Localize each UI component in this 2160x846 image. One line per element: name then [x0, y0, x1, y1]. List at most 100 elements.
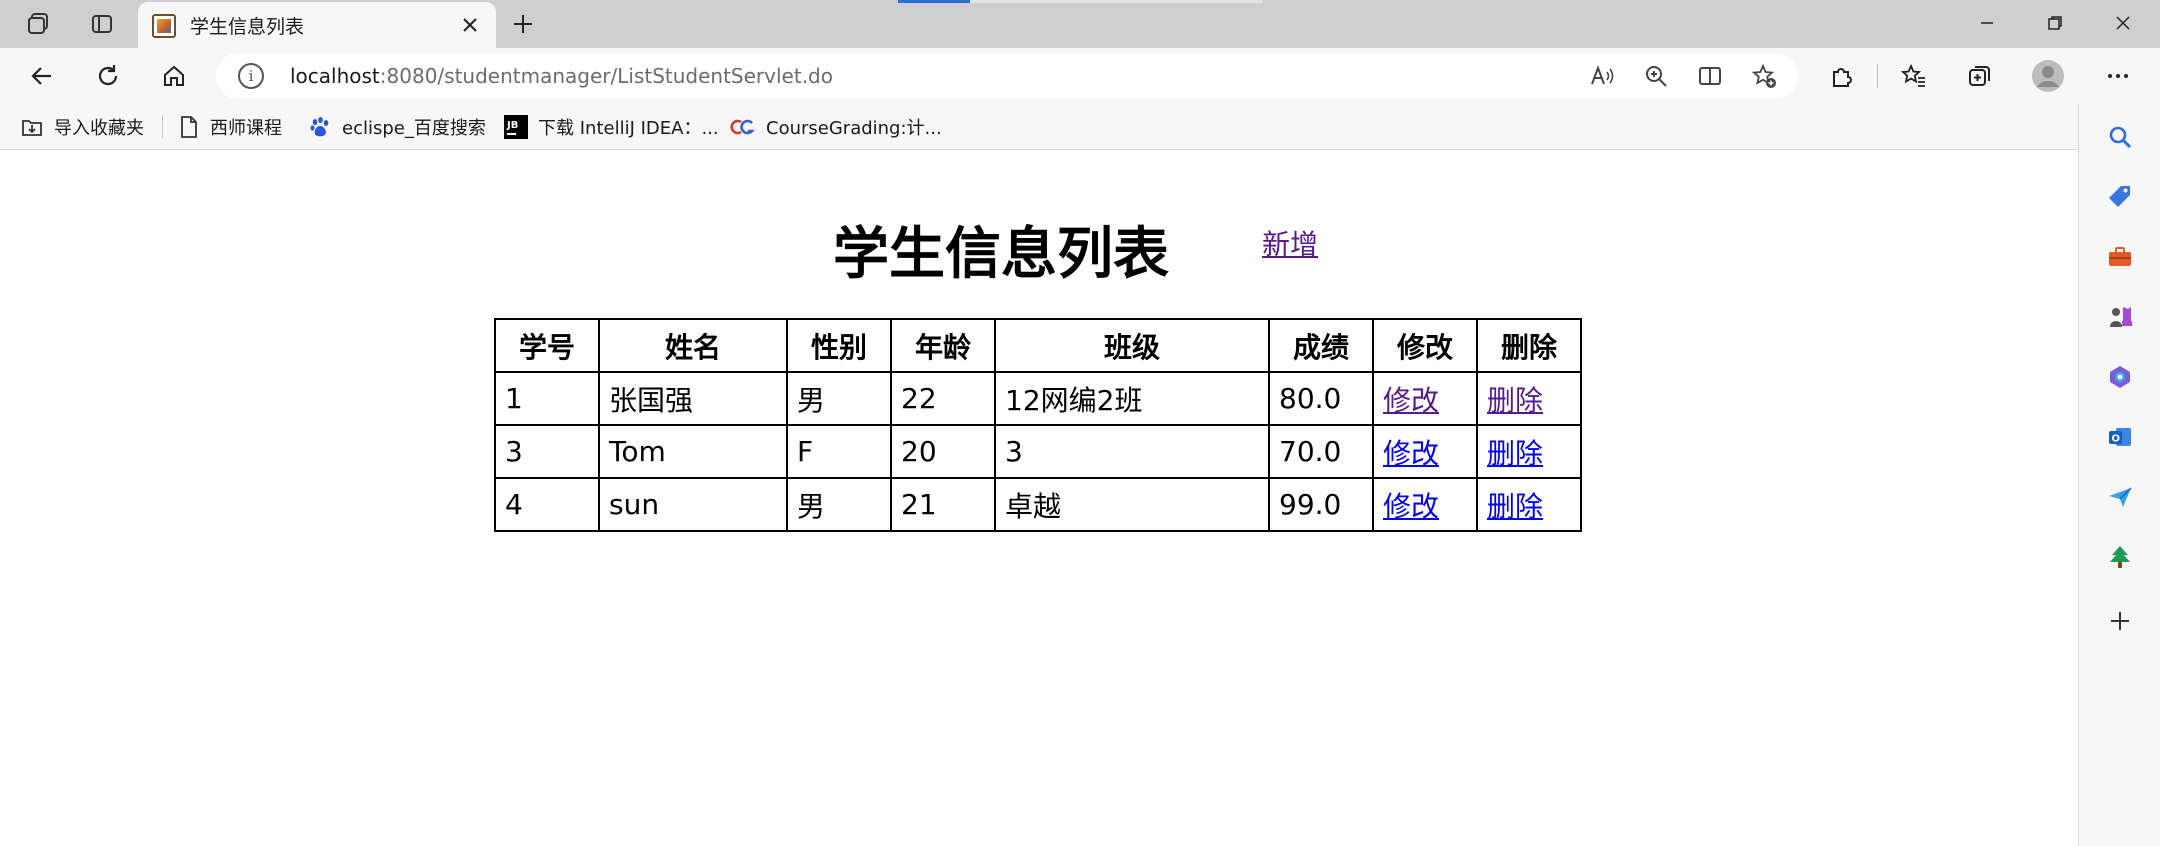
search-icon[interactable] [2100, 117, 2140, 157]
header-name: 姓名 [598, 318, 788, 373]
jetbrains-icon: JB [504, 115, 528, 139]
outlook-icon[interactable]: O [2100, 417, 2140, 457]
favorite-intellij-download[interactable]: JB 下载 IntelliJ IDEA：... [504, 111, 719, 143]
favorite-coursegrading[interactable]: CourseGrading:计... [730, 111, 942, 143]
cell-name: 张国强 [598, 371, 788, 426]
cell-score: 80.0 [1268, 371, 1374, 426]
minimize-icon[interactable] [1954, 0, 2020, 46]
browser-window: 学生信息列表 i localhost:8080/studentmanager/L… [0, 0, 2160, 846]
document-icon [181, 116, 197, 138]
cell-name: sun [598, 477, 788, 532]
favorite-import[interactable]: 导入收藏夹 [20, 111, 144, 143]
coursegrading-icon [730, 119, 755, 135]
back-icon[interactable] [22, 56, 62, 96]
svg-text:JB: JB [506, 120, 518, 131]
table-header-row: 学号 姓名 性别 年龄 班级 成绩 修改 删除 [494, 318, 1582, 373]
profile-avatar[interactable] [2028, 56, 2068, 96]
workspaces-icon[interactable] [18, 6, 58, 42]
edit-link[interactable]: 修改 [1383, 437, 1439, 470]
header-class: 班级 [994, 318, 1270, 373]
cell-score: 70.0 [1268, 424, 1374, 479]
favorite-label: 下载 IntelliJ IDEA：... [538, 118, 719, 139]
edit-link[interactable]: 修改 [1383, 490, 1439, 523]
cell-class: 卓越 [994, 477, 1270, 532]
tab-actions-icon[interactable] [82, 6, 122, 42]
header-edit: 修改 [1372, 318, 1478, 373]
cell-gender: F [786, 424, 892, 479]
header-gender: 性别 [786, 318, 892, 373]
loading-progress-bar [898, 0, 1262, 3]
cell-delete: 删除 [1476, 477, 1582, 532]
header-delete: 删除 [1476, 318, 1582, 373]
url-path: :8080/studentmanager/ListStudentServlet.… [379, 64, 833, 88]
table-row: 3 Tom F 20 3 70.0 修改 删除 [494, 424, 1582, 479]
cell-gender: 男 [786, 371, 892, 426]
add-favorite-icon[interactable] [1748, 60, 1780, 92]
url-host: localhost [290, 64, 380, 88]
favorite-eclipse-baidu[interactable]: eclispe_百度搜索 [308, 111, 486, 143]
header-age: 年龄 [890, 318, 996, 373]
more-menu-icon[interactable] [2098, 56, 2138, 96]
favorite-xishi-course[interactable]: 西师课程 [178, 111, 282, 143]
url-text[interactable]: localhost:8080/studentmanager/ListStuden… [290, 64, 833, 88]
header-id: 学号 [494, 318, 600, 373]
delete-link[interactable]: 删除 [1487, 437, 1543, 470]
home-icon[interactable] [154, 56, 194, 96]
refresh-icon[interactable] [88, 56, 128, 96]
cell-gender: 男 [786, 477, 892, 532]
student-table: 学号 姓名 性别 年龄 班级 成绩 修改 删除 1 张国强 男 22 12网编2… [494, 318, 1582, 532]
tab-strip: 学生信息列表 [0, 0, 2160, 48]
svg-text:O: O [2112, 434, 2121, 445]
cell-edit: 修改 [1372, 371, 1478, 426]
split-screen-icon[interactable] [1694, 60, 1726, 92]
cell-class: 3 [994, 424, 1270, 479]
address-bar[interactable]: i localhost:8080/studentmanager/ListStud… [216, 53, 1798, 99]
extensions-icon[interactable] [1822, 56, 1862, 96]
zoom-icon[interactable] [1640, 60, 1672, 92]
header-score: 成绩 [1268, 318, 1374, 373]
favorite-label: CourseGrading:计... [766, 118, 942, 139]
favorites-separator [162, 116, 163, 138]
table-row: 1 张国强 男 22 12网编2班 80.0 修改 删除 [494, 371, 1582, 426]
cell-edit: 修改 [1372, 477, 1478, 532]
tree-icon[interactable] [2100, 537, 2140, 577]
favorite-label: 西师课程 [210, 118, 282, 139]
collections-icon[interactable] [1960, 56, 2000, 96]
favorites-icon[interactable] [1894, 56, 1934, 96]
active-tab[interactable]: 学生信息列表 [138, 2, 496, 48]
toolbar-divider [1877, 64, 1878, 88]
close-window-icon[interactable] [2090, 0, 2156, 46]
delete-link[interactable]: 删除 [1487, 384, 1543, 417]
table-row: 4 sun 男 21 卓越 99.0 修改 删除 [494, 477, 1582, 532]
cell-name: Tom [598, 424, 788, 479]
cell-age: 20 [890, 424, 996, 479]
microsoft-365-icon[interactable] [2100, 357, 2140, 397]
add-student-link[interactable]: 新增 [1262, 223, 1318, 263]
favorites-bar: 导入收藏夹 西师课程 eclispe_百度搜索 JB 下载 IntelliJ I… [0, 104, 2078, 150]
import-favorites-icon [22, 120, 42, 136]
delete-link[interactable]: 删除 [1487, 490, 1543, 523]
loading-progress-fill [898, 0, 970, 3]
favorite-label: eclispe_百度搜索 [342, 118, 486, 139]
restore-icon[interactable] [2022, 0, 2088, 46]
send-icon[interactable] [2100, 477, 2140, 517]
cell-age: 21 [890, 477, 996, 532]
games-icon[interactable] [2100, 297, 2140, 337]
edit-link[interactable]: 修改 [1383, 384, 1439, 417]
read-aloud-icon[interactable] [1586, 60, 1618, 92]
tools-icon[interactable] [2100, 237, 2140, 277]
cell-delete: 删除 [1476, 424, 1582, 479]
tab-title: 学生信息列表 [190, 16, 305, 38]
baidu-paw-icon [310, 117, 329, 137]
new-tab-icon[interactable] [505, 6, 541, 42]
add-sidebar-app-icon[interactable] [2100, 601, 2140, 641]
shopping-tag-icon[interactable] [2100, 177, 2140, 217]
cell-id: 3 [494, 424, 600, 479]
page-favicon-icon [152, 14, 176, 38]
cell-delete: 删除 [1476, 371, 1582, 426]
page-content: 学生信息列表 新增 学号 姓名 性别 年龄 班级 成绩 修改 删除 1 张国强 [0, 151, 2078, 846]
page-title: 学生信息列表 [833, 221, 1169, 287]
navigation-toolbar: i localhost:8080/studentmanager/ListStud… [0, 48, 2160, 104]
site-info-icon[interactable]: i [238, 63, 264, 89]
close-tab-icon[interactable] [456, 11, 484, 39]
